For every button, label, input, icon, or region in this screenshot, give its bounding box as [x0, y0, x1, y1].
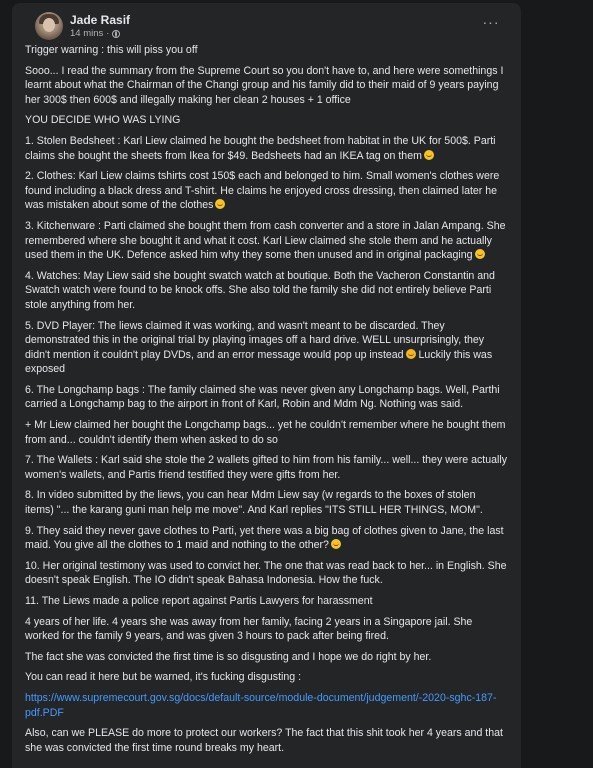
- post-paragraph: 8. In video submitted by the liews, you …: [25, 489, 483, 517]
- post-paragraph: The fact she was convicted the first tim…: [25, 650, 432, 663]
- globe-icon[interactable]: [112, 30, 121, 38]
- post-paragraph: https://www.supremecourt.gov.sg/docs/def…: [25, 691, 507, 720]
- post-paragraph: 6. The Longchamp bags : The family claim…: [25, 383, 500, 411]
- post-paragraph: 10. Her original testimony was used to c…: [25, 559, 507, 587]
- smiling-face-emoji: [474, 249, 485, 260]
- smiling-face-emoji: [423, 149, 434, 160]
- paragraph-text: 2. Clothes: Karl Liew claims tshirts cos…: [25, 170, 500, 212]
- laughing-face-emoji: [405, 348, 416, 359]
- smiling-face-emoji: [330, 539, 341, 550]
- paragraph-text: 3. Kitchenware : Parti claimed she bough…: [25, 219, 506, 262]
- post-paragraph: 9. They said they never gave clothes to …: [25, 524, 507, 553]
- post-paragraph: 1. Stolen Bedsheet : Karl Liew claimed h…: [25, 134, 507, 163]
- avatar-face: [43, 18, 55, 32]
- post-body: Trigger warning : this will piss you off…: [22, 43, 511, 755]
- post-meta: 14 mins ·: [70, 27, 130, 41]
- post-paragraph: 2. Clothes: Karl Liew claims tshirts cos…: [25, 169, 507, 213]
- judgement-link[interactable]: https://www.supremecourt.gov.sg/docs/def…: [25, 692, 496, 719]
- more-options-icon[interactable]: ···: [479, 15, 503, 32]
- post-paragraph: 3. Kitchenware : Parti claimed she bough…: [25, 219, 507, 263]
- post-paragraph: Also, can we PLEASE do more to protect o…: [25, 727, 503, 754]
- post-paragraph: 4 years of her life. 4 years she was awa…: [25, 615, 473, 643]
- meta-separator: ·: [106, 28, 110, 39]
- post-paragraph: + Mr Liew claimed her bought the Longcha…: [25, 419, 506, 446]
- post-header: Jade Rasif 14 mins · ···: [22, 3, 511, 43]
- post-timestamp[interactable]: 14 mins: [70, 27, 103, 41]
- post-paragraph: Trigger warning : this will piss you off: [25, 44, 198, 56]
- author-name[interactable]: Jade Rasif: [70, 13, 130, 27]
- post-paragraph: 7. The Wallets : Karl said she stole the…: [25, 454, 508, 481]
- smiling-face-emoji: [215, 199, 226, 210]
- author-block: Jade Rasif 14 mins ·: [70, 13, 130, 41]
- post-paragraph: 11. The Liews made a police report again…: [25, 595, 373, 607]
- paragraph-text: 9. They said they never gave clothes to …: [25, 524, 504, 552]
- post-paragraph: 4. Watches: May Liew said she bought swa…: [25, 269, 495, 311]
- post-paragraph: 5. DVD Player: The liews claimed it was …: [25, 319, 507, 377]
- post-card: Jade Rasif 14 mins · ··· Trigger warning…: [12, 3, 521, 768]
- post-paragraph: Sooo... I read the summary from the Supr…: [25, 64, 504, 106]
- post-paragraph: YOU DECIDE WHO WAS LYING: [25, 114, 181, 127]
- author-avatar[interactable]: [35, 12, 63, 40]
- post-paragraph: You can read it here but be warned, it's…: [25, 671, 302, 684]
